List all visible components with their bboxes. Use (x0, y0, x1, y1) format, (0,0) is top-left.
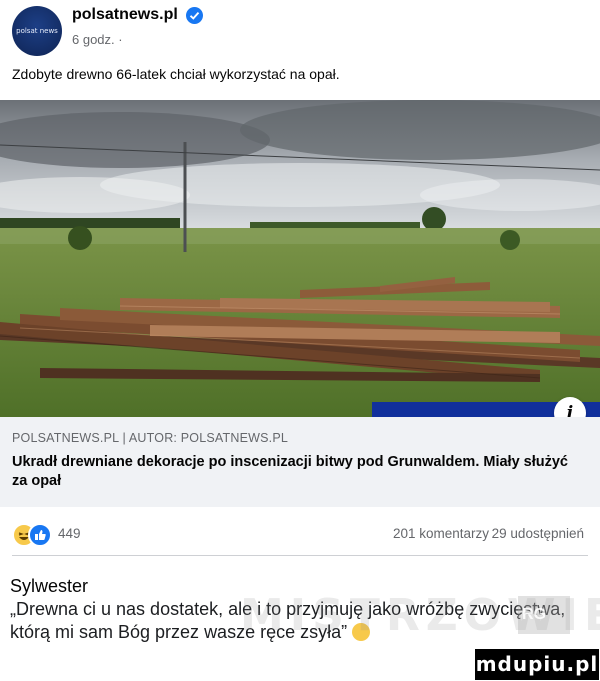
link-domain: POLSATNEWS.PL | AUTOR: POLSATNEWS.PL (12, 431, 289, 445)
divider (12, 555, 588, 556)
post-header: polsat news polsatnews.pl 6 godz. · Zdob… (0, 0, 600, 100)
reaction-count[interactable]: 449 (58, 526, 81, 541)
site-badge: mdupiu.pl (475, 649, 599, 680)
post-text: Zdobyte drewno 66-latek chciał wykorzyst… (12, 66, 340, 82)
link-title[interactable]: Ukradł drewniane dekoracje po inscenizac… (12, 453, 582, 491)
shares-count[interactable]: 29 udostępnień (492, 526, 584, 541)
link-preview[interactable]: POLSATNEWS.PL | AUTOR: POLSATNEWS.PL Ukr… (0, 417, 600, 507)
verified-badge-icon (186, 7, 203, 24)
page-name[interactable]: polsatnews.pl (72, 6, 178, 24)
reactions-bar: 449 201 komentarzy 29 udostępnień (0, 510, 600, 550)
post-image[interactable]: i (0, 100, 600, 417)
comment-author[interactable]: Sylwester (10, 576, 88, 597)
post-timestamp[interactable]: 6 godz. · (72, 32, 123, 47)
like-icon[interactable] (28, 523, 52, 547)
page-avatar[interactable]: polsat news (12, 6, 62, 56)
comments-count[interactable]: 201 komentarzy (393, 526, 489, 541)
watermark-logo-text: RG (522, 606, 546, 623)
avatar-logo-text: polsat news (16, 27, 58, 35)
field-logs-photo (0, 100, 600, 417)
watermark-logo: RG (518, 596, 570, 634)
